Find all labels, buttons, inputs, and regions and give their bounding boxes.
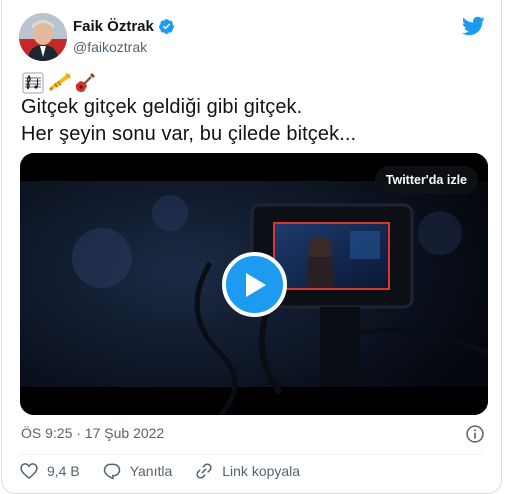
- avatar[interactable]: [19, 13, 67, 61]
- play-icon: [245, 272, 266, 297]
- sheet-music-emoji: [22, 72, 44, 94]
- copy-link-button[interactable]: Link kopyala: [194, 461, 300, 481]
- guitar-emoji: [75, 73, 95, 92]
- action-bar: 9,4 B Yanıtla Link kopyala: [19, 461, 322, 481]
- emoji-row: [21, 71, 97, 95]
- link-icon: [196, 463, 212, 479]
- tweet-line: Her şeyin sonu var, bu çilede bitçek...: [21, 123, 357, 145]
- copy-link-label: Link kopyala: [222, 463, 301, 479]
- twitter-bird-icon[interactable]: [461, 14, 485, 38]
- divider: [20, 454, 483, 455]
- video-player[interactable]: Twitter'da izle: [20, 153, 488, 415]
- tweet-line: Gitçek gitçek geldiği gibi gitçek.: [21, 96, 303, 118]
- verified-badge-icon: [158, 19, 174, 34]
- info-icon[interactable]: [465, 424, 485, 444]
- reply-icon: [103, 463, 120, 480]
- reply-label: Yanıtla: [129, 463, 173, 479]
- like-count: 9,4 B: [47, 463, 80, 479]
- play-button[interactable]: [222, 252, 287, 317]
- reply-button[interactable]: Yanıtla: [102, 461, 173, 481]
- tweet-card: Faik Öztrak @faikoztrak Gitçek gitçek ge…: [1, 0, 502, 494]
- watch-on-twitter-button[interactable]: Twitter'da izle: [374, 166, 478, 194]
- trumpet-emoji: [49, 73, 71, 91]
- tweet-text: Gitçek gitçek geldiği gibi gitçek. Her ş…: [21, 94, 356, 148]
- like-button[interactable]: 9,4 B: [19, 461, 80, 481]
- heart-icon: [20, 463, 38, 480]
- author-handle[interactable]: @faikoztrak: [73, 39, 147, 55]
- author-name[interactable]: Faik Öztrak: [73, 18, 154, 35]
- tweet-timestamp[interactable]: ÖS 9:25 · 17 Şub 2022: [21, 425, 164, 441]
